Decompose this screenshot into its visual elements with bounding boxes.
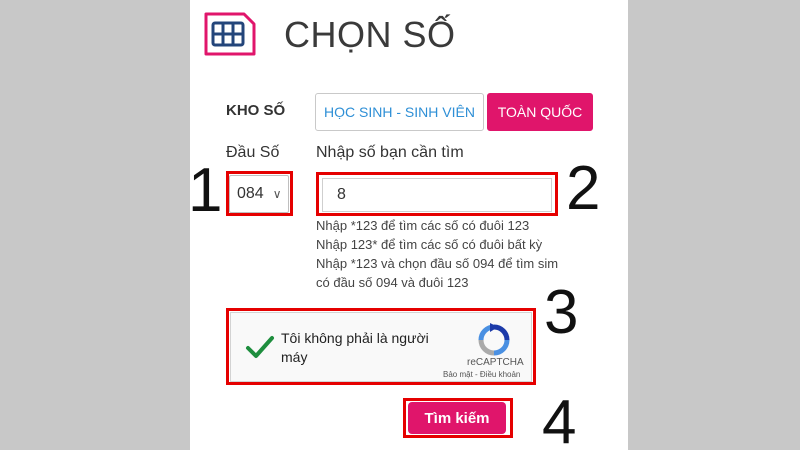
- sim-card-icon: [204, 12, 256, 56]
- search-hint: Nhập *123 để tìm các số có đuôi 123: [316, 218, 530, 233]
- step-number-3: 3: [544, 278, 579, 347]
- prefix-label: Đầu Số: [226, 144, 280, 161]
- highlight-box-2: [316, 172, 558, 216]
- search-hint: Nhập *123 và chọn đầu số 094 để tìm sim: [316, 256, 559, 271]
- tab-national[interactable]: TOÀN QUỐC: [487, 93, 593, 131]
- highlight-box-1: [226, 171, 293, 216]
- search-hint: có đầu số 094 và đuôi 123: [316, 275, 469, 290]
- highlight-box-4: [403, 398, 513, 438]
- step-number-2: 2: [566, 154, 601, 223]
- store-label: KHO SỐ: [226, 102, 286, 119]
- page-title: CHỌN SỐ: [284, 14, 456, 55]
- tab-student[interactable]: HỌC SINH - SINH VIÊN: [315, 93, 484, 131]
- highlight-box-3: [226, 308, 536, 385]
- search-hint: Nhập 123* để tìm các số có đuôi bất kỳ: [316, 237, 543, 252]
- search-label: Nhập số bạn cần tìm: [316, 144, 464, 161]
- step-number-4: 4: [542, 388, 577, 450]
- step-number-1: 1: [188, 156, 223, 225]
